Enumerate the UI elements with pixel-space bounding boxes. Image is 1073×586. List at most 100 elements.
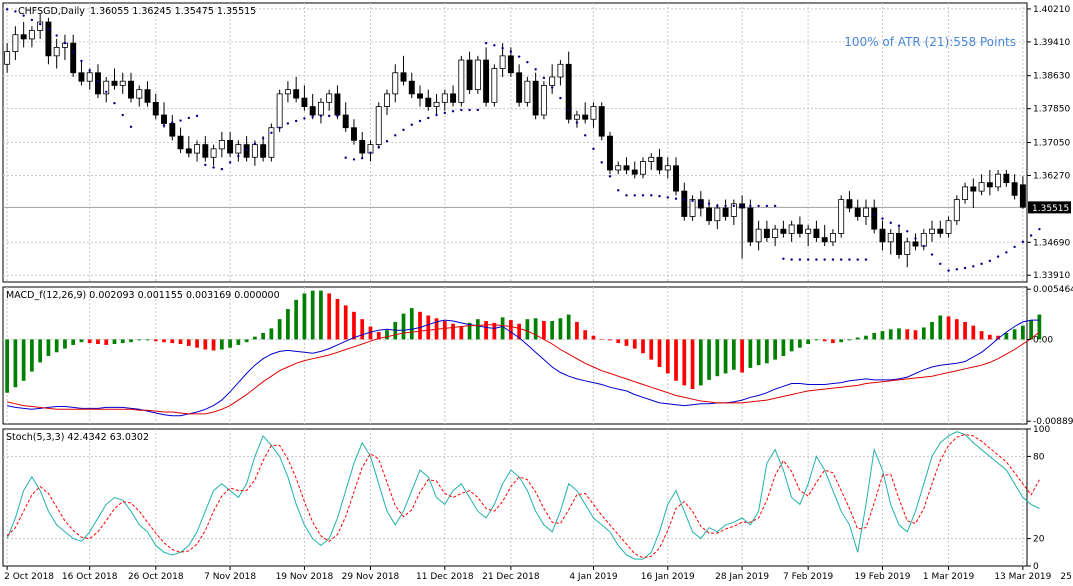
candle-body	[540, 85, 547, 116]
sar-dot	[658, 194, 661, 198]
candle-body	[507, 55, 514, 74]
candle-body	[838, 199, 845, 234]
macd-histogram-bar	[310, 290, 315, 340]
macd-histogram-bar	[30, 339, 34, 372]
sar-dot	[873, 213, 876, 216]
macd-tick-label: 0.00	[1033, 335, 1053, 345]
candle-body	[342, 114, 349, 129]
macd-histogram-bar	[120, 339, 125, 344]
x-tick-label: 16 Oct 2018	[62, 572, 118, 582]
sar-dot	[245, 148, 248, 151]
macd-histogram-bar	[583, 330, 588, 340]
sar-dot	[30, 18, 34, 22]
macd-histogram-bar	[409, 308, 414, 340]
candle-body	[747, 207, 754, 243]
sar-dot	[88, 69, 91, 72]
macd-histogram-bar	[442, 321, 447, 340]
macd-histogram-bar	[979, 331, 984, 340]
candle-body	[326, 93, 333, 103]
macd-histogram-bar	[500, 317, 505, 340]
macd-histogram-bar	[814, 339, 819, 341]
sar-dot	[691, 199, 694, 203]
x-tick-label: 21 Dec 2018	[482, 572, 540, 582]
macd-histogram-bar	[401, 313, 406, 340]
macd-histogram-bar	[335, 298, 340, 340]
sar-dot	[683, 198, 686, 201]
sar-dot	[955, 268, 959, 271]
candle-body	[573, 114, 580, 120]
candle-body	[293, 89, 300, 99]
macd-histogram-bar	[484, 321, 488, 340]
macd-histogram-bar	[657, 339, 662, 367]
sar-dot	[443, 111, 447, 115]
candle-body	[920, 232, 927, 247]
candle-body	[656, 156, 663, 171]
candle-body	[243, 144, 250, 158]
candle-body	[86, 72, 93, 82]
sar-dot	[253, 142, 257, 145]
macd-histogram-bar	[740, 339, 744, 373]
candle-body	[912, 241, 919, 247]
candle-body	[557, 63, 564, 78]
sar-dot	[261, 137, 265, 140]
x-tick-label: 1 Mar 2019	[923, 572, 975, 582]
macd-histogram-bar	[789, 339, 794, 352]
macd-histogram-bar	[913, 330, 918, 340]
macd-histogram-bar	[112, 339, 117, 345]
sar-dot	[96, 80, 100, 83]
macd-histogram-bar	[153, 339, 158, 342]
sar-dot	[237, 154, 240, 158]
macd-histogram-bar	[96, 339, 100, 345]
candle-body	[301, 97, 308, 107]
macd-histogram-bar	[302, 293, 307, 340]
x-tick-label: 26 Oct 2018	[128, 572, 184, 582]
sar-dot	[228, 161, 232, 164]
macd-histogram-bar	[277, 319, 282, 340]
macd-histogram-bar	[104, 339, 109, 345]
sar-dot	[625, 194, 628, 197]
macd-histogram-bar	[575, 321, 579, 340]
macd-histogram-bar	[954, 319, 959, 340]
sar-dot	[823, 258, 826, 261]
candle-body	[450, 93, 457, 103]
candle-body	[491, 68, 498, 103]
sar-dot	[1029, 234, 1033, 237]
candle-body	[161, 114, 167, 124]
candle-body	[813, 228, 820, 239]
sar-dot	[567, 108, 570, 112]
candle-body	[392, 72, 399, 95]
sar-dot	[749, 204, 752, 208]
candle-body	[260, 144, 267, 158]
macd-histogram-bar	[418, 311, 422, 340]
macd-histogram-bar	[822, 339, 827, 342]
sar-dot	[980, 262, 983, 266]
sar-dot	[914, 237, 917, 240]
sar-dot	[385, 140, 389, 143]
candle-body	[516, 72, 523, 103]
candle-body	[4, 51, 11, 65]
sar-dot	[311, 115, 314, 118]
sar-dot	[633, 194, 636, 197]
stoch-tick-label: 80	[1033, 452, 1045, 462]
price-tick-label: 1.37050	[1033, 139, 1070, 149]
sar-dot	[831, 258, 835, 261]
candle-body	[962, 186, 969, 200]
sar-dot	[617, 189, 620, 192]
sar-dot	[798, 258, 802, 261]
macd-histogram-bar	[1012, 329, 1017, 340]
candle-body	[664, 165, 671, 171]
macd-histogram-bar	[228, 339, 232, 348]
sar-dot	[55, 34, 58, 37]
candle-body	[697, 199, 704, 209]
sar-dot	[716, 204, 719, 208]
macd-tick-label: 0.005464	[1033, 285, 1073, 295]
sar-dot	[922, 244, 925, 248]
candle-body	[1003, 173, 1010, 184]
sar-dot	[113, 101, 116, 105]
sar-dot	[517, 55, 521, 58]
sar-dot	[460, 108, 463, 112]
macd-histogram-bar	[63, 339, 67, 349]
candle-body	[978, 182, 985, 192]
x-tick-label: 19 Feb 2019	[854, 572, 910, 582]
macd-histogram-bar	[930, 321, 934, 340]
